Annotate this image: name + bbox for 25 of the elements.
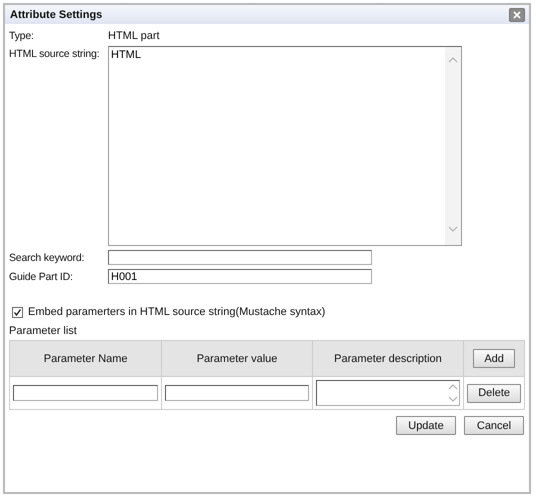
source-text-area[interactable]: HTML [108,46,462,246]
name-field[interactable] [13,385,158,401]
close-button[interactable] [509,8,525,22]
add-button[interactable]: Add [473,349,515,368]
description-field[interactable] [316,380,460,406]
dialog-button[interactable]: Cancel [464,416,524,435]
dialog-title: Attribute Settings [10,8,102,20]
delete-button[interactable]: Delete [467,384,521,402]
checkbox[interactable] [12,306,23,318]
scrollbar-drawing[interactable] [445,47,461,245]
text-field[interactable]: H001 [108,269,372,284]
close-icon [513,10,521,18]
field-label: Search keyword: [9,251,86,264]
text-field[interactable] [108,250,372,265]
column-header: Parameter Name [10,340,162,376]
column-header: Parameter value [162,340,312,376]
field-label: Type: [9,29,35,42]
field-label: Guide Part ID: [9,270,74,283]
value-field[interactable] [165,385,309,401]
column-header: Parameter description [312,340,464,376]
dialog-button[interactable]: Update [396,416,456,435]
section-title: Parameter list [9,325,78,337]
field-label: HTML source string: [9,47,100,60]
checkbox-label: Embed paramerters in HTML source string(Mustache syntax) [28,306,326,318]
type-value: HTML part [108,29,161,42]
